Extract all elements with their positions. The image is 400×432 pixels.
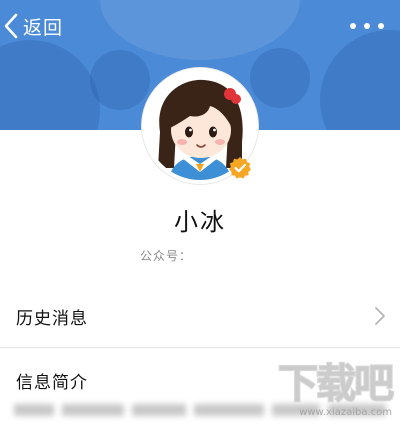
more-dots-icon — [350, 23, 356, 29]
account-id-label: 公众号： — [140, 249, 193, 263]
chevron-left-icon — [4, 13, 18, 39]
watermark-logo: 下载吧 — [277, 360, 395, 408]
back-label: 返回 — [23, 16, 64, 39]
more-button[interactable] — [350, 14, 384, 38]
section-divider — [0, 347, 400, 348]
history-messages-item[interactable]: 历史消息 — [0, 292, 400, 340]
watermark-url: www.xiazaiba.com — [299, 407, 392, 418]
history-messages-label: 历史消息 — [16, 308, 88, 329]
banner-decoration — [0, 40, 100, 130]
chevron-right-icon — [375, 307, 385, 325]
banner-decoration — [250, 48, 310, 108]
site-watermark: 下载吧 www.xiazaiba.com — [252, 356, 395, 426]
verified-badge-icon — [228, 156, 252, 180]
intro-title: 信息简介 — [16, 372, 88, 393]
banner-decoration — [320, 30, 400, 130]
back-button[interactable]: 返回 — [4, 8, 63, 44]
banner-decoration — [90, 50, 150, 110]
account-name: 小冰 — [174, 208, 226, 236]
